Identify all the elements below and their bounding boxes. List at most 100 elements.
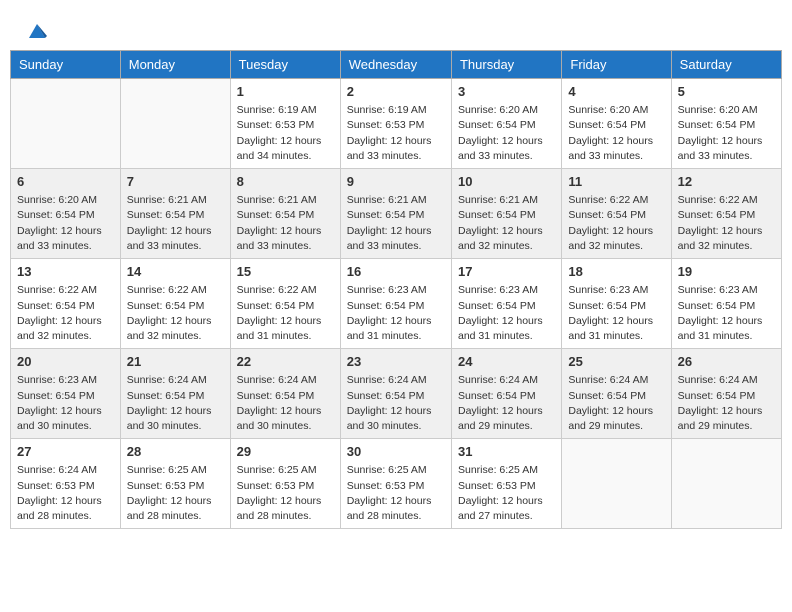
day-cell: 12 Sunrise: 6:22 AMSunset: 6:54 PMDayligh… bbox=[671, 169, 781, 259]
day-number: 7 bbox=[127, 173, 224, 191]
day-number: 6 bbox=[17, 173, 114, 191]
day-number: 20 bbox=[17, 353, 114, 371]
day-number: 25 bbox=[568, 353, 664, 371]
day-info: Sunrise: 6:23 AMSunset: 6:54 PMDaylight:… bbox=[568, 283, 664, 344]
calendar-table: SundayMondayTuesdayWednesdayThursdayFrid… bbox=[10, 50, 782, 529]
day-info: Sunrise: 6:22 AMSunset: 6:54 PMDaylight:… bbox=[568, 193, 664, 254]
day-cell: 17 Sunrise: 6:23 AMSunset: 6:54 PMDayligh… bbox=[451, 259, 561, 349]
day-number: 21 bbox=[127, 353, 224, 371]
day-info: Sunrise: 6:25 AMSunset: 6:53 PMDaylight:… bbox=[458, 463, 555, 524]
week-row-3: 13 Sunrise: 6:22 AMSunset: 6:54 PMDayligh… bbox=[11, 259, 782, 349]
day-cell bbox=[671, 439, 781, 529]
day-cell: 5 Sunrise: 6:20 AMSunset: 6:54 PMDaylight… bbox=[671, 79, 781, 169]
day-cell: 9Sunrise: 6:21 AMSunset: 6:54 PMDaylight… bbox=[340, 169, 451, 259]
day-info: Sunrise: 6:25 AMSunset: 6:53 PMDaylight:… bbox=[347, 463, 445, 524]
day-number: 29 bbox=[237, 443, 334, 461]
day-cell: 2Sunrise: 6:19 AMSunset: 6:53 PMDaylight… bbox=[340, 79, 451, 169]
day-cell: 25 Sunrise: 6:24 AMSunset: 6:54 PMDayligh… bbox=[562, 349, 671, 439]
day-cell: 8 Sunrise: 6:21 AMSunset: 6:54 PMDaylight… bbox=[230, 169, 340, 259]
day-number: 15 bbox=[237, 263, 334, 281]
day-cell: 4 Sunrise: 6:20 AMSunset: 6:54 PMDaylight… bbox=[562, 79, 671, 169]
day-cell bbox=[562, 439, 671, 529]
day-number: 14 bbox=[127, 263, 224, 281]
day-info: Sunrise: 6:22 AMSunset: 6:54 PMDaylight:… bbox=[17, 283, 114, 344]
day-cell bbox=[11, 79, 121, 169]
day-number: 11 bbox=[568, 173, 664, 191]
day-number: 27 bbox=[17, 443, 114, 461]
day-info: Sunrise: 6:25 AMSunset: 6:53 PMDaylight:… bbox=[127, 463, 224, 524]
day-number: 8 bbox=[237, 173, 334, 191]
day-number: 22 bbox=[237, 353, 334, 371]
day-cell bbox=[120, 79, 230, 169]
day-info: Sunrise: 6:19 AMSunset: 6:53 PMDaylight:… bbox=[237, 103, 334, 164]
day-cell: 18 Sunrise: 6:23 AMSunset: 6:54 PMDayligh… bbox=[562, 259, 671, 349]
day-number: 2 bbox=[347, 83, 445, 101]
week-row-2: 6 Sunrise: 6:20 AMSunset: 6:54 PMDaylight… bbox=[11, 169, 782, 259]
day-info: Sunrise: 6:23 AMSunset: 6:54 PMDaylight:… bbox=[347, 283, 445, 344]
day-cell: 14 Sunrise: 6:22 AMSunset: 6:54 PMDayligh… bbox=[120, 259, 230, 349]
day-number: 4 bbox=[568, 83, 664, 101]
day-info: Sunrise: 6:24 AMSunset: 6:54 PMDaylight:… bbox=[458, 373, 555, 434]
day-info: Sunrise: 6:24 AMSunset: 6:54 PMDaylight:… bbox=[568, 373, 664, 434]
day-number: 19 bbox=[678, 263, 775, 281]
day-cell: 24 Sunrise: 6:24 AMSunset: 6:54 PMDayligh… bbox=[451, 349, 561, 439]
day-info: Sunrise: 6:20 AMSunset: 6:54 PMDaylight:… bbox=[678, 103, 775, 164]
day-number: 18 bbox=[568, 263, 664, 281]
day-cell: 29Sunrise: 6:25 AMSunset: 6:53 PMDayligh… bbox=[230, 439, 340, 529]
day-number: 26 bbox=[678, 353, 775, 371]
day-cell: 6 Sunrise: 6:20 AMSunset: 6:54 PMDaylight… bbox=[11, 169, 121, 259]
day-info: Sunrise: 6:20 AMSunset: 6:54 PMDaylight:… bbox=[568, 103, 664, 164]
day-number: 10 bbox=[458, 173, 555, 191]
day-info: Sunrise: 6:21 AMSunset: 6:54 PMDaylight:… bbox=[458, 193, 555, 254]
day-cell: 7Sunrise: 6:21 AMSunset: 6:54 PMDaylight… bbox=[120, 169, 230, 259]
day-cell: 22 Sunrise: 6:24 AMSunset: 6:54 PMDayligh… bbox=[230, 349, 340, 439]
day-cell: 30 Sunrise: 6:25 AMSunset: 6:53 PMDayligh… bbox=[340, 439, 451, 529]
week-row-5: 27 Sunrise: 6:24 AMSunset: 6:53 PMDayligh… bbox=[11, 439, 782, 529]
day-info: Sunrise: 6:24 AMSunset: 6:54 PMDaylight:… bbox=[678, 373, 775, 434]
day-info: Sunrise: 6:23 AMSunset: 6:54 PMDaylight:… bbox=[458, 283, 555, 344]
header-saturday: Saturday bbox=[671, 51, 781, 79]
header-monday: Monday bbox=[120, 51, 230, 79]
day-number: 12 bbox=[678, 173, 775, 191]
header-wednesday: Wednesday bbox=[340, 51, 451, 79]
day-number: 16 bbox=[347, 263, 445, 281]
day-number: 28 bbox=[127, 443, 224, 461]
day-info: Sunrise: 6:24 AMSunset: 6:54 PMDaylight:… bbox=[237, 373, 334, 434]
day-cell: 23Sunrise: 6:24 AMSunset: 6:54 PMDayligh… bbox=[340, 349, 451, 439]
day-info: Sunrise: 6:20 AMSunset: 6:54 PMDaylight:… bbox=[17, 193, 114, 254]
day-cell: 26 Sunrise: 6:24 AMSunset: 6:54 PMDayligh… bbox=[671, 349, 781, 439]
day-info: Sunrise: 6:22 AMSunset: 6:54 PMDaylight:… bbox=[127, 283, 224, 344]
week-row-4: 20Sunrise: 6:23 AMSunset: 6:54 PMDayligh… bbox=[11, 349, 782, 439]
day-cell: 21 Sunrise: 6:24 AMSunset: 6:54 PMDayligh… bbox=[120, 349, 230, 439]
day-number: 31 bbox=[458, 443, 555, 461]
header-row: SundayMondayTuesdayWednesdayThursdayFrid… bbox=[11, 51, 782, 79]
day-info: Sunrise: 6:23 AMSunset: 6:54 PMDaylight:… bbox=[678, 283, 775, 344]
day-number: 24 bbox=[458, 353, 555, 371]
day-cell: 27 Sunrise: 6:24 AMSunset: 6:53 PMDayligh… bbox=[11, 439, 121, 529]
day-cell: 20Sunrise: 6:23 AMSunset: 6:54 PMDayligh… bbox=[11, 349, 121, 439]
header-tuesday: Tuesday bbox=[230, 51, 340, 79]
day-info: Sunrise: 6:24 AMSunset: 6:53 PMDaylight:… bbox=[17, 463, 114, 524]
day-number: 17 bbox=[458, 263, 555, 281]
day-number: 9 bbox=[347, 173, 445, 191]
day-number: 3 bbox=[458, 83, 555, 101]
page-header bbox=[10, 10, 782, 45]
day-number: 1 bbox=[237, 83, 334, 101]
day-number: 5 bbox=[678, 83, 775, 101]
day-cell: 11 Sunrise: 6:22 AMSunset: 6:54 PMDayligh… bbox=[562, 169, 671, 259]
day-cell: 13 Sunrise: 6:22 AMSunset: 6:54 PMDayligh… bbox=[11, 259, 121, 349]
day-cell: 19 Sunrise: 6:23 AMSunset: 6:54 PMDayligh… bbox=[671, 259, 781, 349]
day-info: Sunrise: 6:21 AMSunset: 6:54 PMDaylight:… bbox=[237, 193, 334, 254]
day-number: 30 bbox=[347, 443, 445, 461]
header-thursday: Thursday bbox=[451, 51, 561, 79]
day-info: Sunrise: 6:20 AMSunset: 6:54 PMDaylight:… bbox=[458, 103, 555, 164]
calendar-header: SundayMondayTuesdayWednesdayThursdayFrid… bbox=[11, 51, 782, 79]
day-number: 23 bbox=[347, 353, 445, 371]
day-info: Sunrise: 6:24 AMSunset: 6:54 PMDaylight:… bbox=[127, 373, 224, 434]
day-cell: 31 Sunrise: 6:25 AMSunset: 6:53 PMDayligh… bbox=[451, 439, 561, 529]
day-cell: 15Sunrise: 6:22 AMSunset: 6:54 PMDayligh… bbox=[230, 259, 340, 349]
calendar-body: 1 Sunrise: 6:19 AMSunset: 6:53 PMDaylight… bbox=[11, 79, 782, 529]
day-cell: 1 Sunrise: 6:19 AMSunset: 6:53 PMDaylight… bbox=[230, 79, 340, 169]
day-info: Sunrise: 6:22 AMSunset: 6:54 PMDaylight:… bbox=[678, 193, 775, 254]
day-number: 13 bbox=[17, 263, 114, 281]
